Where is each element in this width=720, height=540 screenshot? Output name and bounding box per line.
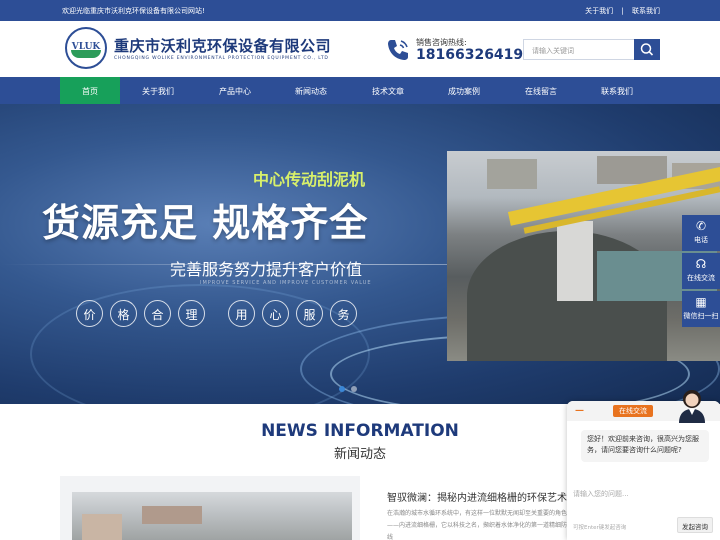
search-input[interactable]: 请输入关键词 xyxy=(523,39,635,60)
top-link-contact[interactable]: 联系我们 xyxy=(632,7,660,15)
chat-input[interactable]: 请输入您的问题... xyxy=(573,489,629,499)
nav-item-contact[interactable]: 联系我们 xyxy=(587,77,647,104)
company-name-cn: 重庆市沃利克环保设备有限公司 xyxy=(114,37,332,55)
phone-icon xyxy=(388,40,408,60)
nav-item-message[interactable]: 在线留言 xyxy=(511,77,571,104)
welcome-text: 欢迎光临重庆市沃利克环保设备有限公司网站! xyxy=(62,7,205,15)
nav-item-products[interactable]: 产品中心 xyxy=(205,77,265,104)
top-bar: 欢迎光临重庆市沃利克环保设备有限公司网站! 关于我们 | 联系我们 xyxy=(0,0,720,21)
logo-wave-icon xyxy=(71,50,101,58)
side-tool-label: 微信扫一扫 xyxy=(683,312,719,320)
banner-main-slogan: 货源充足 规格齐全 xyxy=(42,201,369,245)
side-tool-label: 在线交流 xyxy=(687,274,715,282)
agent-avatar xyxy=(679,390,705,423)
side-tool-label: 电话 xyxy=(694,236,708,244)
side-tool-phone[interactable]: ✆ 电话 xyxy=(682,215,720,251)
banner-service-line: 完善服务努力提升客户价值 xyxy=(170,260,363,279)
chat-enter-hint: 可按Enter键发起咨询 xyxy=(573,525,627,531)
main-nav: 首页 关于我们 产品中心 新闻动态 技术文章 成功案例 在线留言 联系我们 xyxy=(0,77,720,104)
slider-dot-active[interactable] xyxy=(339,386,345,392)
nav-item-news[interactable]: 新闻动态 xyxy=(281,77,341,104)
company-logo[interactable]: VLUK xyxy=(65,27,107,69)
slider-dot[interactable] xyxy=(351,386,357,392)
chat-send-button[interactable]: 发起咨询 xyxy=(677,517,713,533)
banner-circle-char: 务 xyxy=(330,300,357,327)
banner-service-en: IMPROVE SERVICE AND IMPROVE CUSTOMER VAL… xyxy=(200,280,372,286)
hotline-number: 18166326419 xyxy=(416,47,524,63)
search-button[interactable] xyxy=(634,39,660,60)
news-featured-card[interactable] xyxy=(60,476,360,540)
banner-product-title: 中心传动刮泥机 xyxy=(253,170,366,189)
qrcode-icon: ▦ xyxy=(695,295,707,309)
nav-item-tech-articles[interactable]: 技术文章 xyxy=(358,77,418,104)
chat-tab[interactable]: 在线交流 xyxy=(613,405,653,417)
hero-banner[interactable]: 中心传动刮泥机 货源充足 规格齐全 完善服务努力提升客户价值 IMPROVE S… xyxy=(0,104,720,404)
company-name-en: CHONGQING WOLIKE ENVIRONMENTAL PROTECTIO… xyxy=(114,56,329,61)
banner-product-photo xyxy=(447,151,720,361)
chat-widget: — 在线交流 您好！欢迎前来咨询，很高兴为您服务，请问您要咨询什么问题呢? 请输… xyxy=(567,390,720,540)
banner-circle-char: 心 xyxy=(262,300,289,327)
photo-center-post xyxy=(557,221,593,301)
phone-icon: ✆ xyxy=(695,219,707,233)
nav-item-cases[interactable]: 成功案例 xyxy=(434,77,494,104)
news-thumbnail[interactable] xyxy=(72,492,352,540)
banner-circle-char: 格 xyxy=(110,300,137,327)
site-header: VLUK 重庆市沃利克环保设备有限公司 CHONGQING WOLIKE ENV… xyxy=(0,21,720,77)
news-title-link[interactable]: 智驭微澜：揭秘内进流细格栅的环保艺术 xyxy=(387,489,572,504)
top-links: 关于我们 | 联系我们 xyxy=(579,6,660,16)
banner-circle-char: 价 xyxy=(76,300,103,327)
side-tool-wechat[interactable]: ▦ 微信扫一扫 xyxy=(682,291,720,327)
headset-icon: ☊ xyxy=(695,257,707,271)
banner-circle-char: 理 xyxy=(178,300,205,327)
photo-building xyxy=(487,159,537,189)
thumb-building xyxy=(82,514,122,540)
search-icon xyxy=(640,43,654,56)
banner-circle-char: 合 xyxy=(144,300,171,327)
chat-minimize-button[interactable]: — xyxy=(575,406,584,416)
chat-greeting-message: 您好！欢迎前来咨询，很高兴为您服务，请问您要咨询什么问题呢? xyxy=(581,430,709,462)
news-excerpt: 在浩瀚的城市水循环系统中，有这样一位默默无闻却至关重要的角色——内进流细格栅，它… xyxy=(387,510,568,540)
banner-circle-char: 服 xyxy=(296,300,323,327)
banner-circle-char: 用 xyxy=(228,300,255,327)
top-link-about[interactable]: 关于我们 xyxy=(585,7,613,15)
nav-item-about[interactable]: 关于我们 xyxy=(128,77,188,104)
top-link-separator: | xyxy=(621,7,624,15)
nav-item-home[interactable]: 首页 xyxy=(60,77,120,104)
side-tool-chat[interactable]: ☊ 在线交流 xyxy=(682,253,720,289)
side-toolbar: ✆ 电话 ☊ 在线交流 ▦ 微信扫一扫 xyxy=(682,215,720,329)
thumb-building xyxy=(142,506,202,524)
